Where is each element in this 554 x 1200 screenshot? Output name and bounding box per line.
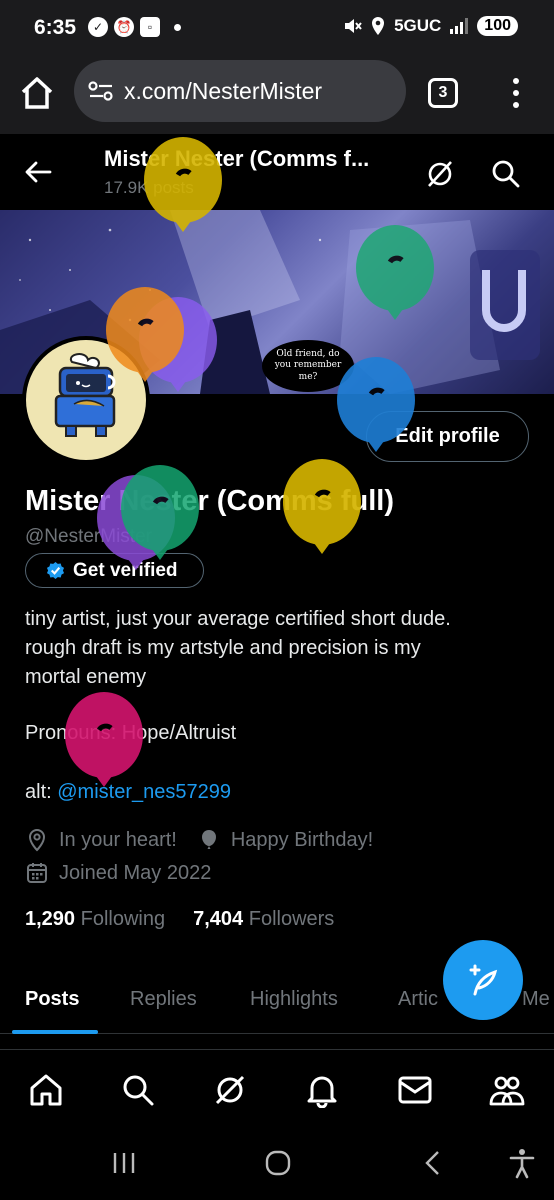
messages-icon[interactable] (397, 1072, 433, 1108)
birthday-balloon-icon (201, 830, 216, 849)
profile-meta-row: In your heart! Happy Birthday! (25, 828, 373, 852)
back-icon[interactable] (418, 1147, 450, 1179)
bio-pronouns: Pronouns: Hope/Altruist (25, 722, 237, 744)
followers-link[interactable]: 7,404 Followers (193, 908, 334, 931)
alt-account-link[interactable]: @mister_nes57299 (57, 781, 231, 803)
communities-icon[interactable] (489, 1072, 525, 1108)
followers-count[interactable]: 7,404 (193, 908, 243, 930)
profile-header: Mister Nester (Comms f... 17.9K posts (0, 134, 554, 210)
avatar-image (26, 340, 146, 460)
system-navigation (0, 1129, 554, 1200)
search-icon[interactable] (490, 158, 522, 190)
banner-speech-bubble: Old friend, do you remember me? (262, 340, 354, 392)
home-icon[interactable] (28, 1072, 64, 1108)
recents-icon[interactable] (108, 1147, 140, 1179)
profile-joined-date: Joined May 2022 (59, 861, 212, 884)
search-icon[interactable] (120, 1072, 156, 1108)
site-settings-icon[interactable] (88, 80, 114, 102)
grok-icon[interactable] (212, 1072, 248, 1108)
status-notification-icons: ✓ ⏰ ▫ (88, 17, 181, 37)
active-tab-indicator (12, 1030, 98, 1034)
location-icon (372, 17, 385, 35)
bio-line: tiny artist, just your average certified… (25, 608, 451, 630)
network-type: 5GUC (394, 16, 442, 35)
tab-switcher-button[interactable]: 3 (428, 78, 458, 108)
header-title: Mister Nester (Comms f... (104, 146, 370, 171)
followers-label[interactable]: Followers (249, 908, 335, 930)
browser-menu-icon[interactable] (506, 74, 526, 112)
home-circle-icon[interactable] (262, 1147, 294, 1179)
following-link[interactable]: 1,290 Following (25, 908, 165, 931)
back-arrow-icon[interactable] (22, 156, 54, 188)
signal-icon (450, 18, 469, 34)
edit-profile-button[interactable]: Edit profile (366, 411, 529, 462)
mute-icon (345, 19, 362, 33)
status-time: 6:35 (34, 16, 77, 39)
compose-post-button[interactable] (443, 940, 523, 1020)
follow-stats: 1,290 Following 7,404 Followers (25, 908, 334, 931)
url-text[interactable]: x.com/NesterMister (124, 78, 322, 105)
tab-replies[interactable]: Replies (130, 988, 197, 1011)
profile-name: Mister Nester (Comms full) (25, 485, 395, 517)
tab-media[interactable]: Me (522, 988, 550, 1011)
notifications-icon[interactable] (304, 1072, 340, 1108)
calendar-icon (27, 863, 47, 883)
tab-articles[interactable]: Artic (398, 988, 438, 1011)
browser-home-icon[interactable] (18, 74, 56, 112)
header-post-count: 17.9K posts (104, 178, 194, 197)
verified-badge-icon (46, 561, 65, 580)
bio-line: mortal enemy (25, 666, 147, 688)
profile-joined-row: Joined May 2022 (25, 861, 211, 885)
get-verified-button[interactable]: Get verified (25, 553, 204, 588)
location-pin-icon (28, 828, 46, 852)
get-verified-label[interactable]: Get verified (73, 560, 178, 582)
tab-posts[interactable]: Posts (25, 988, 79, 1011)
accessibility-icon[interactable] (506, 1147, 538, 1179)
profile-bio: tiny artist, just your average certified… (25, 605, 535, 692)
notification-box-icon: ▫ (140, 17, 160, 37)
bio-line: rough draft is my artstyle and precision… (25, 637, 421, 659)
compose-feather-icon (469, 964, 498, 996)
treasure-chest-mascot-icon (54, 353, 116, 437)
battery-icon: 100 (477, 16, 518, 36)
check-circle-icon: ✓ (88, 17, 108, 37)
profile-handle: @NesterMister (25, 526, 152, 547)
browser-toolbar: x.com/NesterMister 3 (0, 56, 554, 134)
following-label[interactable]: Following (81, 908, 165, 930)
tab-highlights[interactable]: Highlights (250, 988, 338, 1011)
status-right: 5GUC 100 (342, 16, 518, 36)
bottom-navigation (0, 1049, 554, 1129)
address-bar[interactable]: x.com/NesterMister (74, 60, 406, 122)
status-bar: 6:35 ✓ ⏰ ▫ 5GUC 100 (0, 0, 554, 56)
avatar[interactable] (22, 336, 150, 464)
bio-alt-account: alt: @mister_nes57299 (25, 781, 231, 804)
alarm-icon: ⏰ (114, 17, 134, 37)
following-count[interactable]: 1,290 (25, 908, 75, 930)
alt-prefix: alt: (25, 781, 58, 803)
profile-location: In your heart! (59, 828, 177, 851)
grok-icon[interactable] (424, 158, 456, 190)
profile-birthday: Happy Birthday! (230, 828, 374, 851)
more-notifications-dot-icon (174, 23, 181, 31)
